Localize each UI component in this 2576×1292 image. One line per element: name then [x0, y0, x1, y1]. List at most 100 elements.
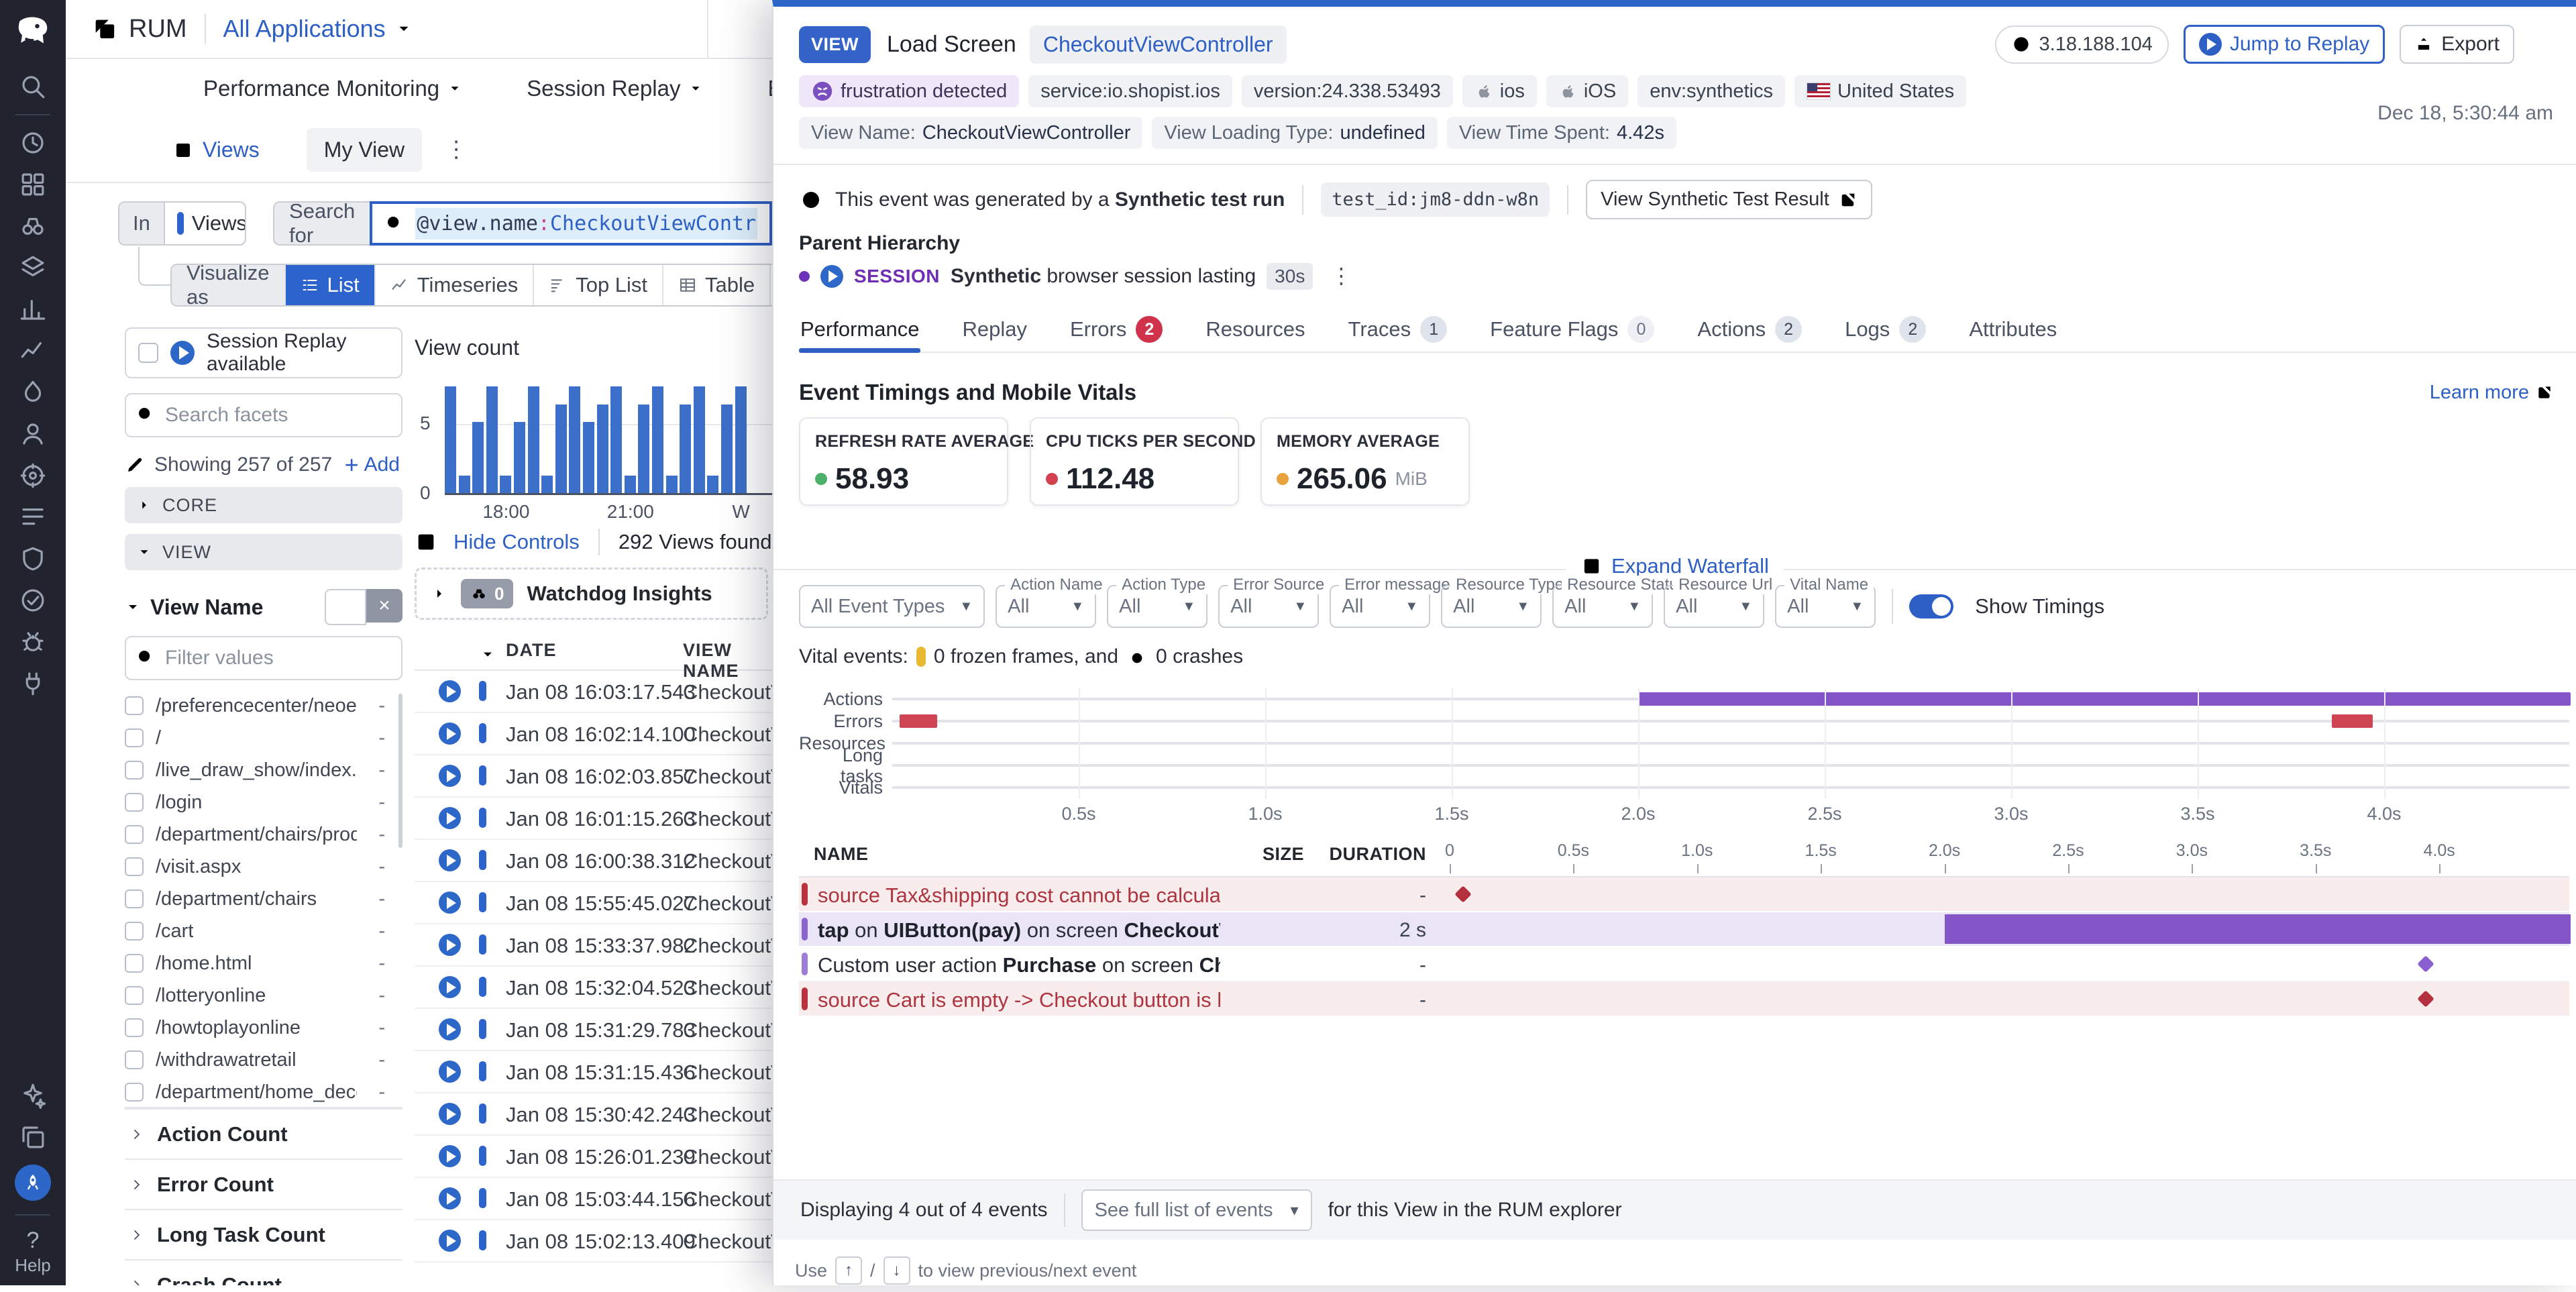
replay-play-button[interactable] — [439, 1061, 461, 1083]
checkbox[interactable] — [125, 825, 144, 844]
facet-clear-button[interactable]: × — [366, 589, 402, 623]
parent-session-row[interactable]: SESSION Synthetic browser session lastin… — [799, 263, 1352, 290]
chart-bar[interactable] — [680, 405, 691, 493]
filter-event-types[interactable]: All Event Types▼ — [799, 585, 985, 628]
chart-bar[interactable] — [555, 405, 567, 493]
nav-session-replay[interactable]: Session Replay — [527, 76, 703, 101]
chart-bar[interactable] — [666, 476, 678, 493]
user-avatar[interactable] — [15, 1165, 51, 1201]
watchdog-insights[interactable]: 0 Watchdog Insights — [415, 568, 768, 620]
filter-resource-type[interactable]: Resource TypeAll▼ — [1441, 585, 1542, 628]
profiling-icon[interactable] — [19, 378, 47, 407]
overview-bar[interactable] — [900, 714, 937, 728]
filter-resource-url[interactable]: Resource UrlAll▼ — [1664, 585, 1764, 628]
overview-bar[interactable] — [2332, 714, 2373, 728]
event-name-chip[interactable]: CheckoutViewController — [1030, 25, 1287, 64]
event-list-row[interactable]: Jan 08 15:26:01.239CheckoutVi — [415, 1136, 772, 1178]
facet-value-row[interactable]: /department/chairs/produc...- — [125, 818, 402, 851]
replay-play-button[interactable] — [439, 934, 461, 956]
event-list-row[interactable]: Jan 08 15:02:13.409CheckoutVi — [415, 1220, 772, 1262]
tag-pill[interactable]: version:24.338.53493 — [1242, 75, 1453, 107]
waterfall-event-row[interactable]: source Tax&shipping cost cannot be calcu… — [799, 877, 2569, 912]
facet-group-error-count[interactable]: Error Count — [125, 1159, 402, 1209]
checkbox[interactable] — [125, 954, 144, 973]
apm-icon[interactable] — [19, 337, 47, 365]
chevron-down-icon[interactable] — [125, 599, 141, 615]
facet-filter-button[interactable] — [325, 589, 366, 625]
facet-value-row[interactable]: /lotteryonline- — [125, 979, 402, 1012]
duration-bar[interactable] — [1945, 914, 2571, 944]
event-list-row[interactable]: Jan 08 16:00:38.312CheckoutVi — [415, 840, 772, 882]
tab-traces[interactable]: Traces1 — [1347, 307, 1449, 352]
integrations-icon[interactable] — [19, 669, 47, 698]
pencil-icon[interactable] — [125, 455, 145, 475]
event-list-row[interactable]: Jan 08 15:55:45.027CheckoutVi — [415, 882, 772, 924]
chart-bar[interactable] — [625, 476, 636, 493]
event-list-row[interactable]: Jan 08 15:30:42.243CheckoutVi — [415, 1093, 772, 1136]
chart-bar[interactable] — [638, 405, 649, 493]
chart-bar[interactable] — [528, 386, 539, 493]
tag-pill[interactable]: env:synthetics — [1638, 75, 1785, 107]
filter-values-input[interactable] — [125, 636, 402, 680]
see-full-list-dropdown[interactable]: See full list of events ▾ — [1081, 1189, 1312, 1231]
history-icon[interactable] — [19, 129, 47, 157]
chart-bar[interactable] — [445, 386, 456, 493]
facet-value-row[interactable]: /live_draw_show/index.html- — [125, 754, 402, 786]
attribute-pill[interactable]: View Loading Type:undefined — [1152, 117, 1437, 149]
close-icon[interactable] — [2533, 32, 2557, 56]
replay-play-button[interactable] — [439, 807, 461, 829]
facet-value-row[interactable]: /department/chairs- — [125, 883, 402, 915]
metrics-icon[interactable] — [19, 295, 47, 323]
replay-play-button[interactable] — [439, 976, 461, 998]
tab-feature-flags[interactable]: Feature Flags0 — [1489, 307, 1656, 352]
visualize-option-timeseries[interactable]: Timeseries — [374, 265, 533, 305]
event-list-row[interactable]: Jan 08 15:31:15.436CheckoutVi — [415, 1051, 772, 1093]
event-list-row[interactable]: Jan 08 16:02:14.100CheckoutVi — [415, 713, 772, 755]
logs-icon[interactable] — [19, 503, 47, 531]
chart-bar[interactable] — [735, 386, 747, 493]
tab-resources[interactable]: Resources — [1204, 307, 1306, 352]
facet-value-row[interactable]: /- — [125, 722, 402, 754]
date-column-header[interactable]: DATE — [506, 640, 557, 661]
chart-bar[interactable] — [597, 405, 608, 493]
size-column-header[interactable]: SIZE — [1240, 844, 1304, 865]
search-facets-input[interactable] — [125, 393, 402, 437]
replay-play-button[interactable] — [439, 1145, 461, 1167]
waterfall-event-row[interactable]: tap on UIButton(pay) on screen CheckoutV… — [799, 912, 2569, 947]
filter-error-message[interactable]: Error messageAll▼ — [1330, 585, 1430, 628]
facet-value-row[interactable]: /home.html- — [125, 947, 402, 979]
tag-pill[interactable]: frustration detected — [799, 75, 1019, 107]
facet-value-row[interactable]: /preferencecenter/neoeng...- — [125, 690, 402, 722]
synthetics-icon[interactable] — [19, 462, 47, 490]
filter-action-name[interactable]: Action NameAll▼ — [996, 585, 1096, 628]
ai-sparkle-icon[interactable] — [19, 1081, 47, 1110]
sort-desc-icon[interactable] — [479, 643, 496, 660]
checkbox[interactable] — [138, 343, 158, 363]
checkbox[interactable] — [125, 857, 144, 876]
tab-attributes[interactable]: Attributes — [1968, 307, 2058, 352]
search-query-input[interactable]: @view.name:CheckoutViewContr — [370, 201, 772, 246]
help-label[interactable]: Help — [15, 1255, 50, 1276]
tag-pill[interactable]: ios — [1462, 75, 1537, 107]
filter-error-source[interactable]: Error SourceAll▼ — [1218, 585, 1319, 628]
search-icon[interactable] — [19, 72, 47, 101]
facet-value-row[interactable]: /login- — [125, 786, 402, 818]
nav-performance-monitoring[interactable]: Performance Monitoring — [203, 76, 462, 101]
facet-value-row[interactable]: /howtoplayonline- — [125, 1012, 402, 1044]
facet-group-action-count[interactable]: Action Count — [125, 1108, 402, 1159]
infrastructure-icon[interactable] — [19, 254, 47, 282]
checkbox[interactable] — [125, 1018, 144, 1037]
jump-to-replay-button[interactable]: Jump to Replay — [2184, 25, 2385, 64]
chart-bar[interactable] — [500, 476, 511, 493]
waterfall-event-row[interactable]: Custom user action Purchase on screen Ch… — [799, 947, 2569, 982]
replay-play-button[interactable] — [439, 892, 461, 914]
chart-bar[interactable] — [694, 386, 705, 493]
chart-bar[interactable] — [541, 476, 553, 493]
views-link[interactable]: Views — [173, 138, 260, 162]
chart-bar[interactable] — [569, 386, 580, 493]
chart-bar[interactable] — [583, 422, 594, 493]
tab-performance[interactable]: Performance — [799, 307, 920, 352]
checkbox[interactable] — [125, 761, 144, 779]
show-timings-toggle[interactable] — [1909, 594, 1953, 618]
checkbox[interactable] — [125, 986, 144, 1005]
